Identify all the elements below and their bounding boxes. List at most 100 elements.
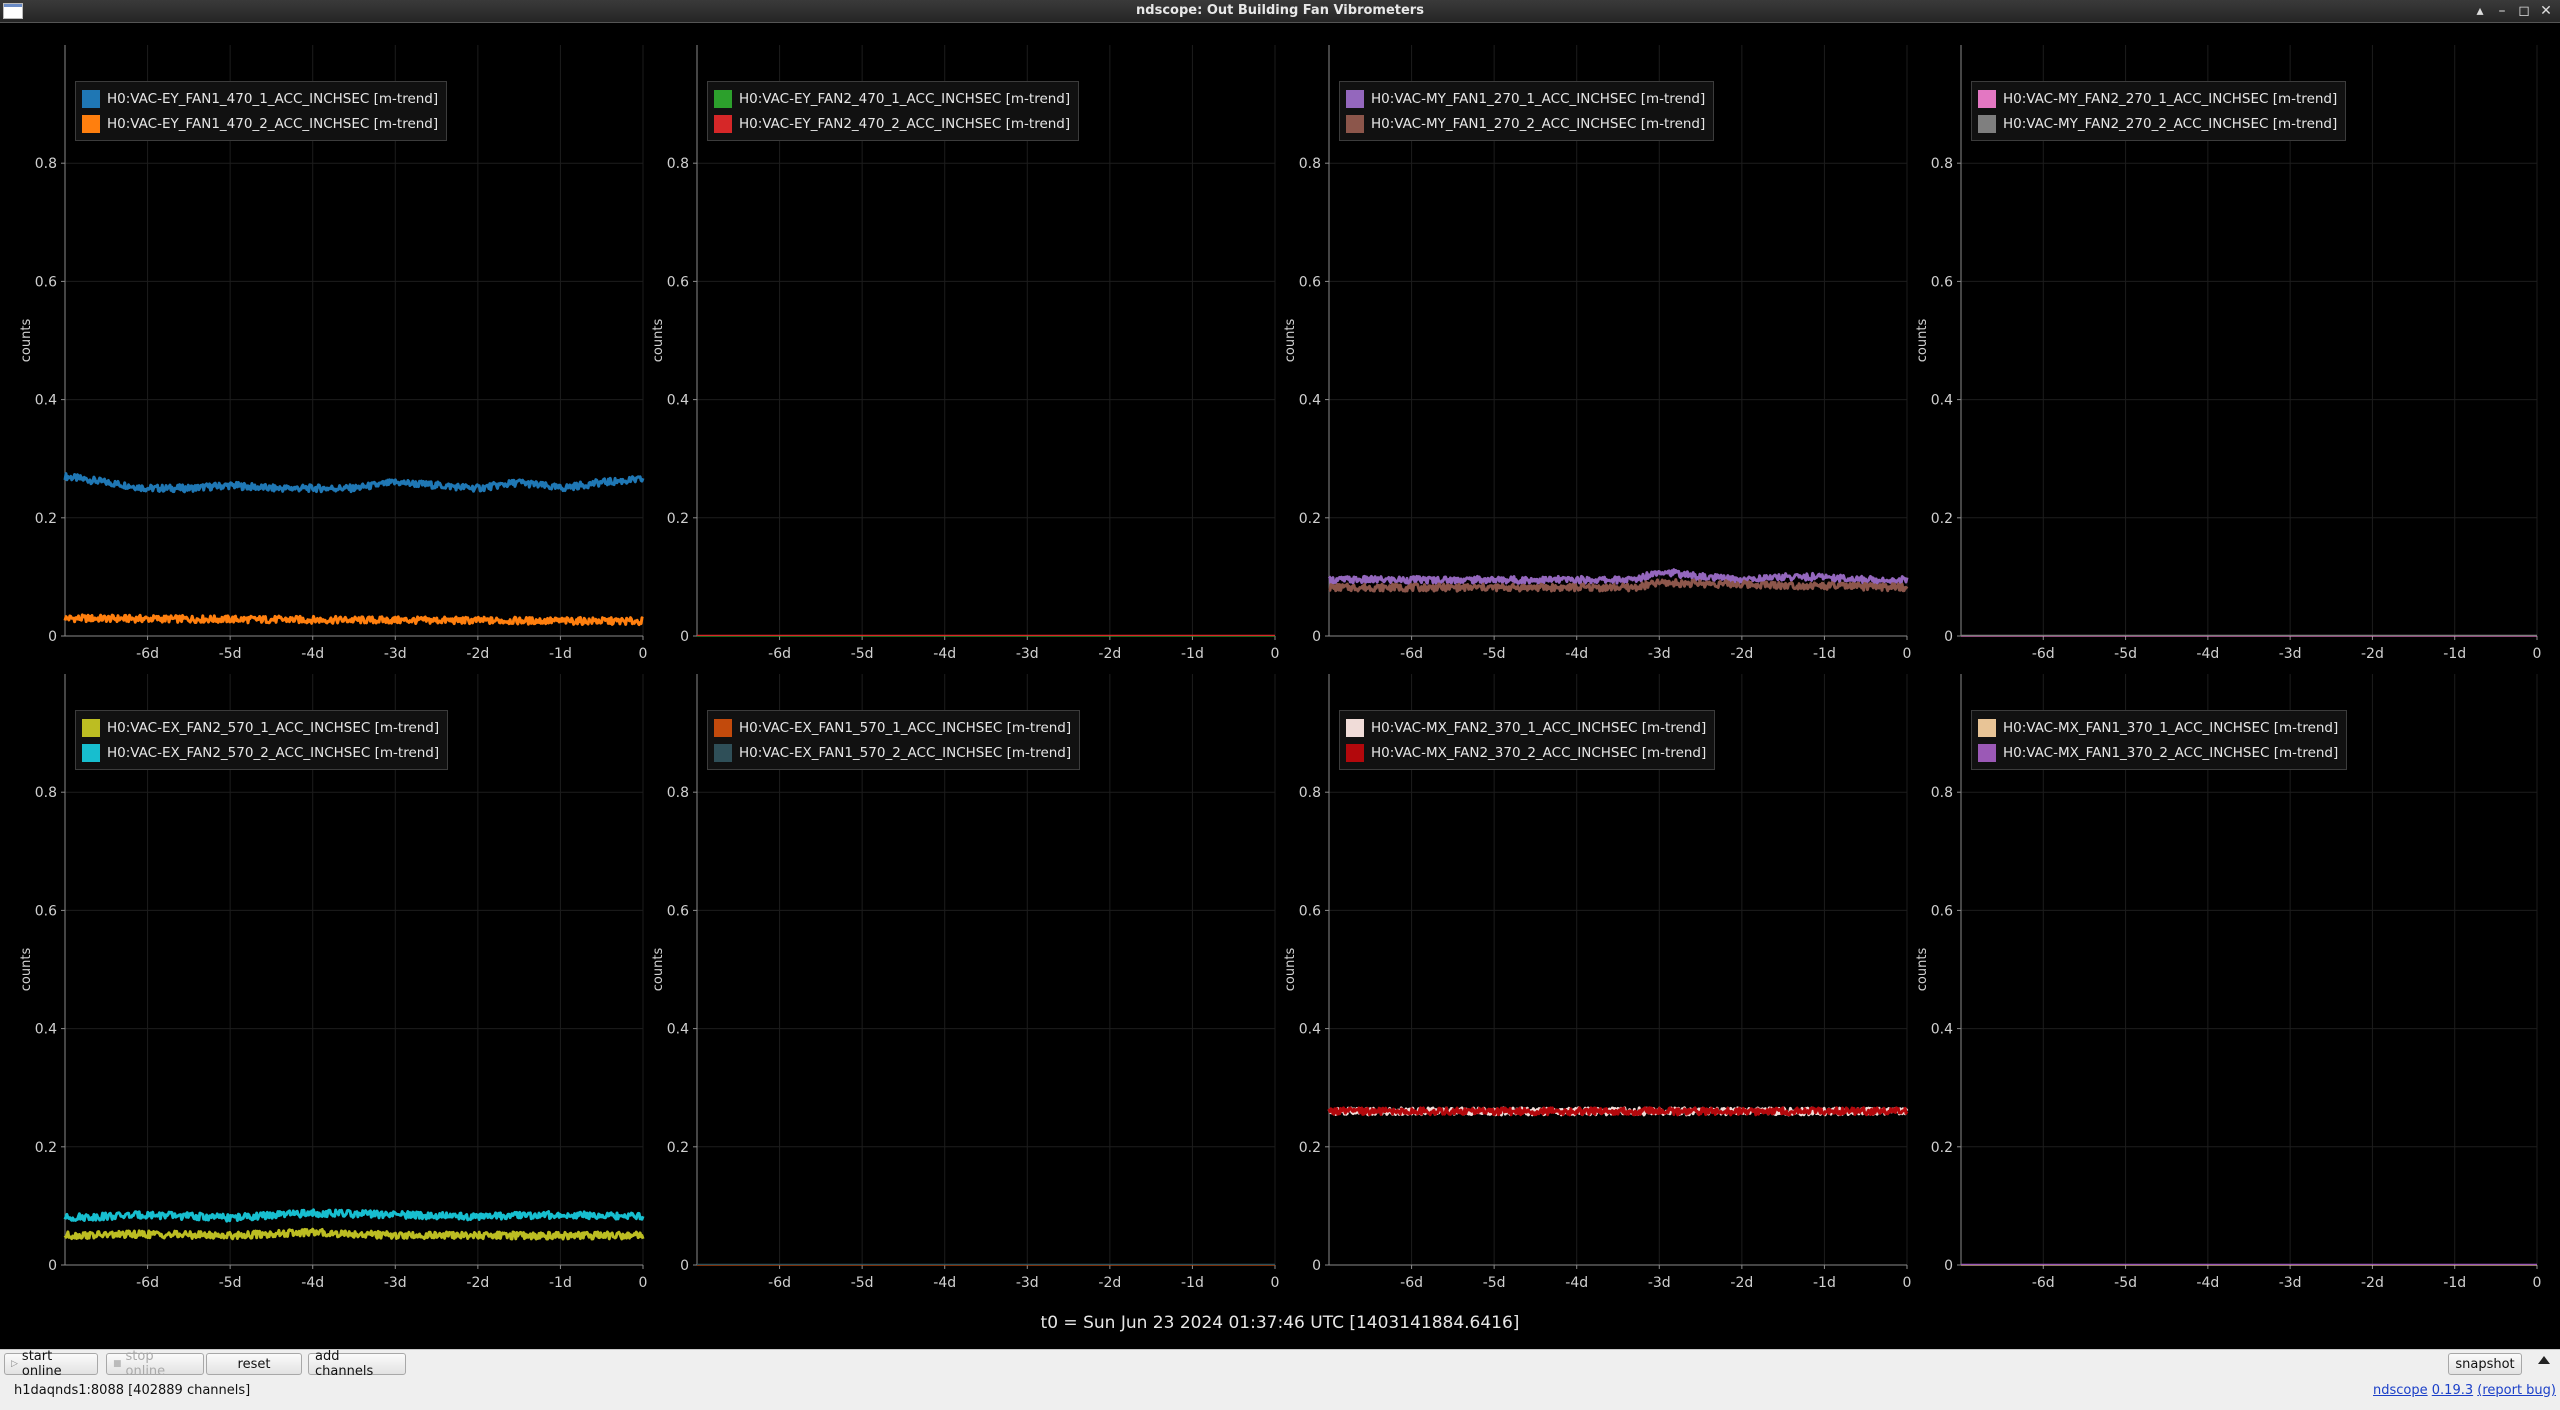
legend-item[interactable]: H0:VAC-MX_FAN1_370_1_ACC_INCHSEC [m-tren…: [1978, 715, 2338, 740]
x-tick-label: -2d: [2361, 1275, 2384, 1291]
x-tick-label: -4d: [1565, 646, 1588, 662]
y-tick-label: 0.4: [1299, 1022, 1321, 1038]
legend-item[interactable]: H0:VAC-MY_FAN2_270_2_ACC_INCHSEC [m-tren…: [1978, 111, 2337, 136]
legend: H0:VAC-MX_FAN2_370_1_ACC_INCHSEC [m-tren…: [1339, 710, 1716, 770]
y-tick-label: 0.8: [35, 156, 57, 172]
window-title: ndscope: Out Building Fan Vibrometers: [1136, 3, 1424, 18]
plot-area: 0 0.2 0.4 0.6 0.8 -6d -5d -4d -3d -2d -1d 0 counts 0 0…: [0, 23, 2560, 1349]
legend-label: H0:VAC-MX_FAN2_370_2_ACC_INCHSEC [m-tren…: [1371, 744, 1707, 761]
x-tick-label: -6d: [768, 646, 791, 662]
snapshot-button[interactable]: snapshot: [2448, 1353, 2522, 1375]
y-tick-label: 0.8: [667, 785, 689, 801]
legend-item[interactable]: H0:VAC-MX_FAN1_370_2_ACC_INCHSEC [m-tren…: [1978, 740, 2338, 765]
window-titlebar: ndscope: Out Building Fan Vibrometers ▴ …: [0, 0, 2560, 23]
report-bug-link[interactable]: (report bug): [2477, 1383, 2556, 1398]
legend-item[interactable]: H0:VAC-MX_FAN2_370_1_ACC_INCHSEC [m-tren…: [1346, 715, 1706, 740]
x-tick-label: -4d: [301, 1275, 324, 1291]
reset-button[interactable]: reset: [206, 1353, 302, 1375]
legend-label: H0:VAC-EX_FAN1_570_1_ACC_INCHSEC [m-tren…: [739, 719, 1072, 736]
x-tick-label: 0: [1271, 1275, 1280, 1291]
ndscope-link[interactable]: ndscope: [2373, 1383, 2428, 1398]
x-tick-label: -3d: [2279, 646, 2302, 662]
y-tick-label: 0.4: [35, 393, 57, 409]
legend: H0:VAC-MY_FAN1_270_1_ACC_INCHSEC [m-tren…: [1339, 81, 1715, 141]
x-tick-label: 0: [639, 1275, 648, 1291]
legend: H0:VAC-EY_FAN1_470_1_ACC_INCHSEC [m-tren…: [75, 81, 448, 141]
legend-swatch: [1346, 718, 1364, 737]
legend-label: H0:VAC-MX_FAN2_370_1_ACC_INCHSEC [m-tren…: [1371, 719, 1707, 736]
legend-item[interactable]: H0:VAC-EX_FAN1_570_1_ACC_INCHSEC [m-tren…: [714, 715, 1071, 740]
x-tick-label: -4d: [933, 1275, 956, 1291]
legend-item[interactable]: H0:VAC-EX_FAN2_570_2_ACC_INCHSEC [m-tren…: [82, 740, 439, 765]
y-tick-label: 0: [1312, 1258, 1321, 1274]
x-tick-label: 0: [1271, 646, 1280, 662]
x-tick-label: -1d: [2443, 646, 2466, 662]
x-tick-label: -1d: [1813, 1275, 1836, 1291]
minimize-icon[interactable]: –: [2492, 1, 2512, 21]
x-tick-label: -5d: [851, 1275, 874, 1291]
legend-item[interactable]: H0:VAC-EX_FAN2_570_1_ACC_INCHSEC [m-tren…: [82, 715, 439, 740]
y-tick-label: 0: [680, 1258, 689, 1274]
y-tick-label: 0.6: [1299, 274, 1321, 290]
legend: H0:VAC-EX_FAN1_570_1_ACC_INCHSEC [m-tren…: [707, 710, 1081, 770]
x-tick-label: -2d: [466, 1275, 489, 1291]
y-tick-label: 0.8: [1299, 785, 1321, 801]
keep-above-icon[interactable]: ▴: [2470, 1, 2490, 21]
y-tick-label: 0.4: [1931, 393, 1953, 409]
series-line: [63, 613, 644, 627]
expand-up-icon[interactable]: [2538, 1356, 2550, 1364]
y-tick-label: 0.2: [667, 1140, 689, 1156]
add-channels-button[interactable]: add channels: [308, 1349, 406, 1379]
y-tick-label: 0.6: [1931, 274, 1953, 290]
x-tick-label: -2d: [1730, 1275, 1753, 1291]
x-tick-label: -6d: [136, 1275, 159, 1291]
legend: H0:VAC-EX_FAN2_570_1_ACC_INCHSEC [m-tren…: [75, 710, 449, 770]
legend-item[interactable]: H0:VAC-MY_FAN2_270_1_ACC_INCHSEC [m-tren…: [1978, 86, 2337, 111]
x-tick-label: -4d: [2196, 646, 2219, 662]
x-tick-label: -6d: [2032, 1275, 2055, 1291]
y-tick-label: 0.6: [1931, 903, 1953, 919]
version-link[interactable]: 0.19.3: [2432, 1383, 2473, 1398]
footer-links: ndscope 0.19.3 (report bug): [2373, 1383, 2556, 1398]
legend-item[interactable]: H0:VAC-EY_FAN1_470_2_ACC_INCHSEC [m-tren…: [82, 111, 438, 136]
y-axis-label: counts: [651, 319, 666, 363]
y-axis-label: counts: [1283, 319, 1298, 363]
x-tick-label: -3d: [1016, 1275, 1039, 1291]
legend-item[interactable]: H0:VAC-EY_FAN2_470_1_ACC_INCHSEC [m-tren…: [714, 86, 1070, 111]
x-tick-label: -5d: [2114, 646, 2137, 662]
x-tick-label: -4d: [301, 646, 324, 662]
plots-svg[interactable]: 0 0.2 0.4 0.6 0.8 -6d -5d -4d -3d -2d -1d 0 counts 0 0…: [0, 23, 2560, 1349]
close-icon[interactable]: ✕: [2536, 1, 2556, 21]
legend-swatch: [1346, 89, 1364, 108]
legend-label: H0:VAC-EX_FAN1_570_2_ACC_INCHSEC [m-tren…: [739, 744, 1072, 761]
legend-label: H0:VAC-MY_FAN2_270_1_ACC_INCHSEC [m-tren…: [2003, 90, 2338, 107]
x-tick-label: -3d: [384, 1275, 407, 1291]
legend-item[interactable]: H0:VAC-EY_FAN1_470_1_ACC_INCHSEC [m-tren…: [82, 86, 438, 111]
start-online-button[interactable]: ▷ start online: [4, 1349, 98, 1379]
y-tick-label: 0.8: [1931, 156, 1953, 172]
maximize-icon[interactable]: ◻: [2514, 1, 2534, 21]
legend-swatch: [82, 89, 100, 108]
x-tick-label: -1d: [549, 646, 572, 662]
legend-item[interactable]: H0:VAC-EY_FAN2_470_2_ACC_INCHSEC [m-tren…: [714, 111, 1070, 136]
x-tick-label: -6d: [1400, 1275, 1423, 1291]
y-tick-label: 0.2: [1299, 1140, 1321, 1156]
x-tick-label: -4d: [2196, 1275, 2219, 1291]
legend-item[interactable]: H0:VAC-MY_FAN1_270_2_ACC_INCHSEC [m-tren…: [1346, 111, 1705, 136]
legend-item[interactable]: H0:VAC-MX_FAN2_370_2_ACC_INCHSEC [m-tren…: [1346, 740, 1706, 765]
x-tick-label: -6d: [768, 1275, 791, 1291]
y-tick-label: 0.2: [35, 1140, 57, 1156]
legend-item[interactable]: H0:VAC-MY_FAN1_270_1_ACC_INCHSEC [m-tren…: [1346, 86, 1705, 111]
series-line: [63, 472, 645, 494]
legend-swatch: [82, 114, 100, 133]
x-tick-label: -3d: [384, 646, 407, 662]
legend-item[interactable]: H0:VAC-EX_FAN1_570_2_ACC_INCHSEC [m-tren…: [714, 740, 1071, 765]
y-tick-label: 0.6: [667, 274, 689, 290]
y-tick-label: 0.4: [35, 1022, 57, 1038]
x-tick-label: -3d: [1016, 646, 1039, 662]
legend-label: H0:VAC-MY_FAN1_270_1_ACC_INCHSEC [m-tren…: [1371, 90, 1706, 107]
legend: H0:VAC-EY_FAN2_470_1_ACC_INCHSEC [m-tren…: [707, 81, 1080, 141]
t0-label: t0 = Sun Jun 23 2024 01:37:46 UTC [14031…: [1040, 1313, 1520, 1333]
y-tick-label: 0: [1944, 1258, 1953, 1274]
legend-label: H0:VAC-EX_FAN2_570_1_ACC_INCHSEC [m-tren…: [107, 719, 440, 736]
